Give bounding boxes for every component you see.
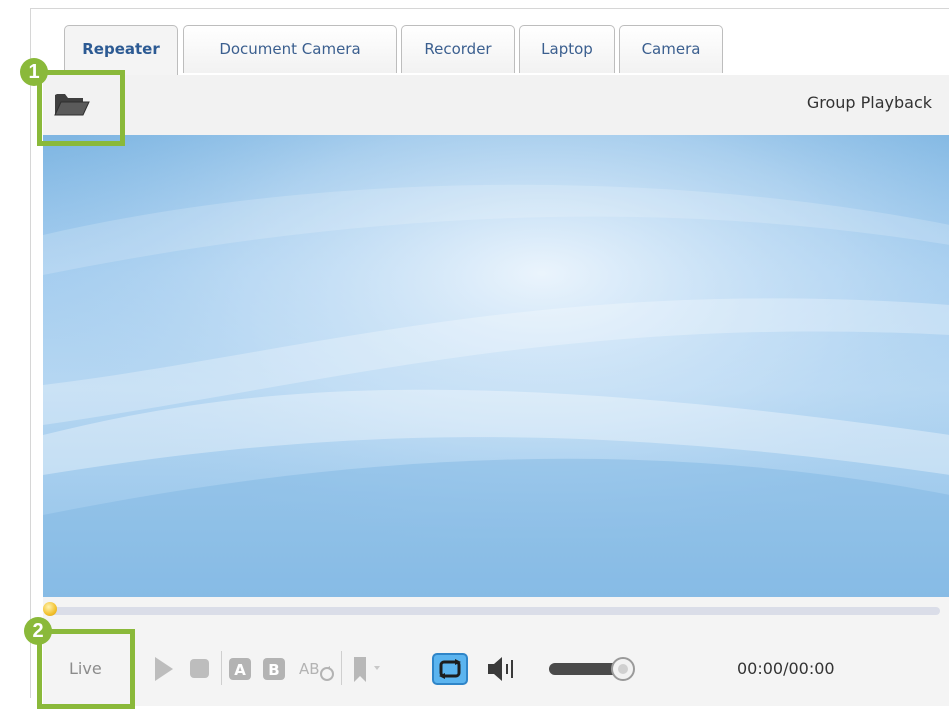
play-icon[interactable] (151, 649, 177, 689)
tab-camera[interactable]: Camera (619, 25, 723, 73)
tab-recorder[interactable]: Recorder (401, 25, 515, 73)
b-point-label: B (268, 661, 279, 679)
toolbar: Group Playback (43, 75, 949, 135)
tab-bar: Repeater Document Camera Recorder Laptop… (31, 9, 949, 75)
group-playback-button[interactable]: Group Playback (807, 93, 932, 112)
time-display: 00:00/00:00 (737, 659, 835, 678)
bookmark-icon[interactable] (349, 649, 385, 689)
b-point-button[interactable]: B (261, 649, 287, 689)
video-background-graphic (43, 135, 949, 597)
tab-repeater[interactable]: Repeater (64, 25, 178, 75)
live-button[interactable]: Live (69, 659, 102, 678)
a-point-button[interactable]: A (227, 649, 253, 689)
video-display[interactable] (43, 135, 949, 597)
svg-text:AB: AB (299, 660, 320, 678)
separator (221, 651, 222, 685)
volume-slider[interactable] (543, 649, 639, 689)
separator (341, 651, 342, 685)
tab-laptop[interactable]: Laptop (519, 25, 615, 73)
progress-track[interactable] (47, 607, 940, 615)
folder-open-icon[interactable] (53, 89, 91, 119)
tab-document-camera[interactable]: Document Camera (183, 25, 397, 73)
callout-badge-2: 2 (24, 617, 52, 645)
loop-icon[interactable] (431, 649, 471, 689)
playback-controls: Live A B AB 00:00/00:00 (43, 631, 949, 706)
a-point-label: A (234, 661, 246, 679)
player-window: Repeater Document Camera Recorder Laptop… (30, 8, 949, 706)
progress-area (43, 597, 949, 631)
stop-icon[interactable] (187, 649, 213, 689)
progress-thumb[interactable] (43, 602, 57, 616)
ab-repeat-icon[interactable]: AB (297, 649, 337, 689)
speaker-icon[interactable] (485, 649, 519, 689)
callout-badge-1: 1 (20, 58, 48, 86)
